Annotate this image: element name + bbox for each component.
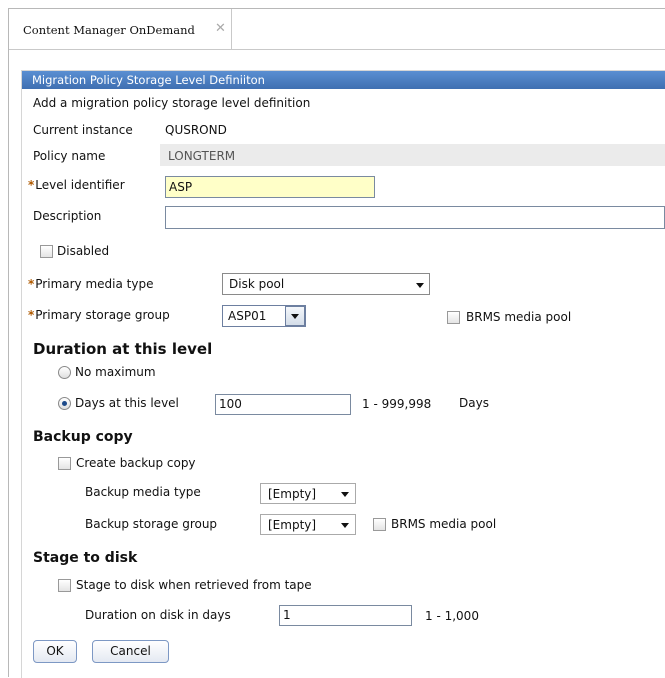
- backup-storage-group-select[interactable]: [Empty]: [260, 514, 356, 535]
- backup-media-type-select[interactable]: [Empty]: [260, 483, 356, 504]
- primary-media-type-text: Primary media type: [35, 277, 154, 291]
- chevron-down-icon: [341, 492, 349, 497]
- days-range: 1 - 999,998: [362, 397, 432, 411]
- primary-media-type-select[interactable]: Disk pool: [222, 273, 430, 295]
- level-identifier-input[interactable]: ASP: [165, 176, 375, 198]
- description-input[interactable]: [165, 206, 665, 229]
- backup-heading: Backup copy: [33, 429, 133, 445]
- stage-to-disk-label: Stage to disk when retrieved from tape: [76, 578, 312, 592]
- backup-storage-group-label: Backup storage group: [85, 517, 218, 531]
- disabled-label: Disabled: [57, 244, 110, 258]
- primary-media-type-value: Disk pool: [229, 277, 285, 291]
- backup-brms-checkbox[interactable]: [373, 518, 386, 531]
- policy-name-label: Policy name: [33, 149, 106, 163]
- required-marker: *: [28, 308, 35, 322]
- duration-heading: Duration at this level: [33, 340, 213, 358]
- radio-selected-dot: [62, 401, 67, 406]
- create-backup-checkbox[interactable]: [58, 457, 71, 470]
- days-at-level-label: Days at this level: [75, 396, 179, 410]
- current-instance-label: Current instance: [33, 123, 133, 137]
- backup-brms-label: BRMS media pool: [391, 517, 497, 531]
- days-at-level-input[interactable]: 100: [215, 394, 351, 415]
- duration-on-disk-label: Duration on disk in days: [85, 608, 231, 622]
- backup-storage-group-value: [Empty]: [268, 518, 317, 532]
- create-backup-label: Create backup copy: [76, 456, 196, 470]
- disabled-checkbox[interactable]: [40, 245, 53, 258]
- policy-name-value: LONGTERM: [168, 149, 236, 163]
- stage-heading: Stage to disk: [33, 550, 138, 566]
- policy-name-row-bg: [160, 144, 665, 166]
- backup-media-type-value: [Empty]: [268, 487, 317, 501]
- tab-content-manager[interactable]: Content Manager OnDemand ✕: [9, 9, 232, 49]
- primary-media-type-label: *Primary media type: [28, 277, 153, 291]
- level-identifier-text: Level identifier: [35, 178, 125, 192]
- close-icon[interactable]: ✕: [215, 21, 226, 36]
- required-marker: *: [28, 178, 35, 192]
- primary-storage-group-value: ASP01: [228, 309, 267, 323]
- required-marker: *: [28, 277, 35, 291]
- backup-media-type-label: Backup media type: [85, 485, 201, 499]
- duration-on-disk-range: 1 - 1,000: [425, 609, 479, 623]
- no-maximum-label: No maximum: [75, 365, 156, 379]
- chevron-down-icon: [341, 523, 349, 528]
- description-label: Description: [33, 209, 102, 223]
- level-identifier-label: *Level identifier: [28, 178, 125, 192]
- dialog-subtitle: Add a migration policy storage level def…: [33, 96, 311, 110]
- no-maximum-radio[interactable]: [58, 366, 71, 379]
- primary-storage-group-dropdown-button[interactable]: [285, 306, 305, 326]
- brms-media-pool-checkbox[interactable]: [447, 311, 460, 324]
- days-unit: Days: [459, 396, 489, 410]
- primary-storage-group-select[interactable]: ASP01: [222, 305, 306, 327]
- tab-strip: Content Manager OnDemand ✕: [9, 9, 665, 50]
- primary-storage-group-label: *Primary storage group: [28, 308, 170, 322]
- cancel-button[interactable]: Cancel: [92, 640, 169, 663]
- duration-on-disk-input[interactable]: 1: [279, 605, 412, 626]
- ok-button[interactable]: OK: [33, 640, 77, 663]
- days-at-level-radio[interactable]: [58, 397, 71, 410]
- stage-to-disk-checkbox[interactable]: [58, 579, 71, 592]
- chevron-down-icon: [416, 283, 424, 288]
- primary-storage-group-text: Primary storage group: [35, 308, 170, 322]
- dialog-title: Migration Policy Storage Level Definiito…: [22, 71, 665, 89]
- tab-label: Content Manager OnDemand: [23, 23, 195, 37]
- current-instance-value: QUSROND: [165, 123, 227, 137]
- brms-media-pool-label: BRMS media pool: [466, 310, 572, 324]
- chevron-down-icon: [291, 314, 299, 319]
